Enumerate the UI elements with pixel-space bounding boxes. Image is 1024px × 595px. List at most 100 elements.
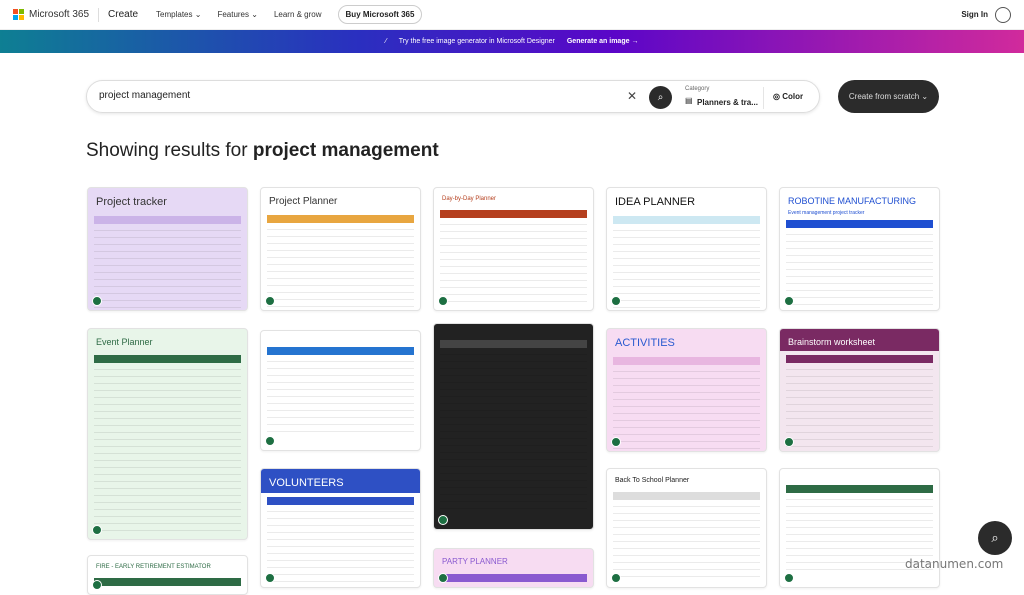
table-preview xyxy=(88,363,247,531)
search-input[interactable] xyxy=(99,90,599,101)
table-header xyxy=(786,355,933,363)
excel-icon xyxy=(611,573,621,583)
excel-icon xyxy=(784,296,794,306)
nav-templates[interactable]: Templates ⌄ xyxy=(156,10,201,19)
template-title: Project Planner xyxy=(269,196,338,207)
table-header xyxy=(613,357,760,365)
template-title xyxy=(434,324,593,336)
color-filter[interactable]: ◎ Color xyxy=(773,92,803,101)
template-title: Event Planner xyxy=(96,337,153,347)
template-title: Brainstorm worksheet xyxy=(780,329,939,351)
table-header xyxy=(440,340,587,348)
search-bar: ✕ ⌕ ▤ Category Planners & tra... ◎ Color xyxy=(86,80,820,113)
nav-learn[interactable]: Learn & grow xyxy=(274,10,322,19)
excel-icon xyxy=(438,515,448,525)
template-title: Back To School Planner xyxy=(615,477,690,484)
template-card[interactable]: Back To School Planner xyxy=(606,468,767,588)
close-icon[interactable]: ✕ xyxy=(627,89,637,103)
microsoft-logo-icon xyxy=(13,9,24,20)
template-card[interactable]: ACTIVITIES xyxy=(606,328,767,452)
table-header xyxy=(94,355,241,363)
table-header xyxy=(267,215,414,223)
brand[interactable]: Microsoft 365 xyxy=(29,9,89,20)
table-preview xyxy=(607,224,766,308)
feedback-button[interactable]: ⌕ xyxy=(978,521,1012,555)
excel-icon xyxy=(611,296,621,306)
excel-icon xyxy=(784,573,794,583)
buy-button[interactable]: Buy Microsoft 365 xyxy=(337,5,423,24)
palette-icon: ◎ xyxy=(773,92,783,101)
create-from-scratch-button[interactable]: Create from scratch ⌄ xyxy=(838,80,939,113)
template-subtitle: Event management project tracker xyxy=(788,210,865,216)
generate-image-link[interactable]: Generate an image → xyxy=(567,38,639,45)
nav-features[interactable]: Features ⌄ xyxy=(217,10,258,19)
watermark: datanumen.com xyxy=(905,557,1004,571)
banner-text: Try the free image generator in Microsof… xyxy=(398,38,555,45)
table-header xyxy=(267,497,414,505)
divider xyxy=(98,7,100,22)
search-icon[interactable]: ⌕ xyxy=(649,86,672,109)
template-card[interactable] xyxy=(433,323,594,530)
excel-icon xyxy=(265,296,275,306)
table-preview xyxy=(261,505,420,582)
category-dropdown[interactable]: Planners & tra... xyxy=(697,98,758,107)
template-title: IDEA PLANNER xyxy=(615,196,696,208)
template-title xyxy=(780,469,939,481)
table-header xyxy=(786,485,933,493)
template-title: FIRE - EARLY RETIREMENT ESTIMATOR xyxy=(96,564,211,570)
template-card[interactable]: PARTY PLANNER xyxy=(433,548,594,588)
app-name[interactable]: Create xyxy=(108,9,138,20)
template-card[interactable]: VOLUNTEERS xyxy=(260,468,421,588)
template-card[interactable]: FIRE - EARLY RETIREMENT ESTIMATOR xyxy=(87,555,248,595)
table-preview xyxy=(607,500,766,577)
color-label: Color xyxy=(782,92,804,101)
category-icon: ▤ xyxy=(685,96,693,105)
excel-icon xyxy=(265,436,275,446)
template-card[interactable]: Project tracker xyxy=(87,187,248,311)
table-header xyxy=(613,216,760,224)
excel-icon xyxy=(611,437,621,447)
table-preview xyxy=(780,363,939,447)
wand-icon: ⁄ xyxy=(385,38,387,45)
excel-icon xyxy=(265,573,275,583)
table-header xyxy=(267,347,414,355)
excel-icon xyxy=(92,296,102,306)
template-card[interactable] xyxy=(260,330,421,451)
template-card[interactable]: Day-by-Day Planner xyxy=(433,187,594,311)
template-card[interactable]: Project Planner xyxy=(260,187,421,311)
excel-icon xyxy=(438,296,448,306)
results-heading: Showing results for project management xyxy=(86,140,439,161)
table-header xyxy=(613,492,760,500)
table-preview xyxy=(261,223,420,307)
table-header xyxy=(786,220,933,228)
excel-icon xyxy=(784,437,794,447)
table-header xyxy=(440,574,587,582)
template-title: Project tracker xyxy=(96,196,167,208)
table-preview xyxy=(434,348,593,509)
template-title: Day-by-Day Planner xyxy=(442,196,497,202)
table-header xyxy=(94,578,241,586)
avatar-icon[interactable] xyxy=(995,7,1011,23)
table-header xyxy=(94,216,241,224)
excel-icon xyxy=(92,525,102,535)
template-title: PARTY PLANNER xyxy=(442,557,508,566)
sign-in-link[interactable]: Sign In xyxy=(961,10,988,19)
template-title: ROBOTINE MANUFACTURING xyxy=(788,196,917,206)
template-card[interactable]: Brainstorm worksheet xyxy=(779,328,940,452)
divider xyxy=(763,87,764,109)
table-preview xyxy=(261,355,420,432)
table-preview xyxy=(434,218,593,302)
category-label: Category xyxy=(685,86,710,92)
template-title: VOLUNTEERS xyxy=(261,469,420,493)
template-card[interactable]: ROBOTINE MANUFACTURING Event management p… xyxy=(779,187,940,311)
table-preview xyxy=(607,365,766,449)
table-preview xyxy=(88,224,247,308)
top-nav: Microsoft 365 Create Templates ⌄ Feature… xyxy=(0,0,1024,30)
excel-icon xyxy=(92,580,102,590)
promo-banner: ⁄ Try the free image generator in Micros… xyxy=(0,30,1024,53)
table-preview xyxy=(780,228,939,310)
template-card[interactable]: Event Planner xyxy=(87,328,248,540)
excel-icon xyxy=(438,573,448,583)
template-card[interactable]: IDEA PLANNER xyxy=(606,187,767,311)
table-header xyxy=(440,210,587,218)
